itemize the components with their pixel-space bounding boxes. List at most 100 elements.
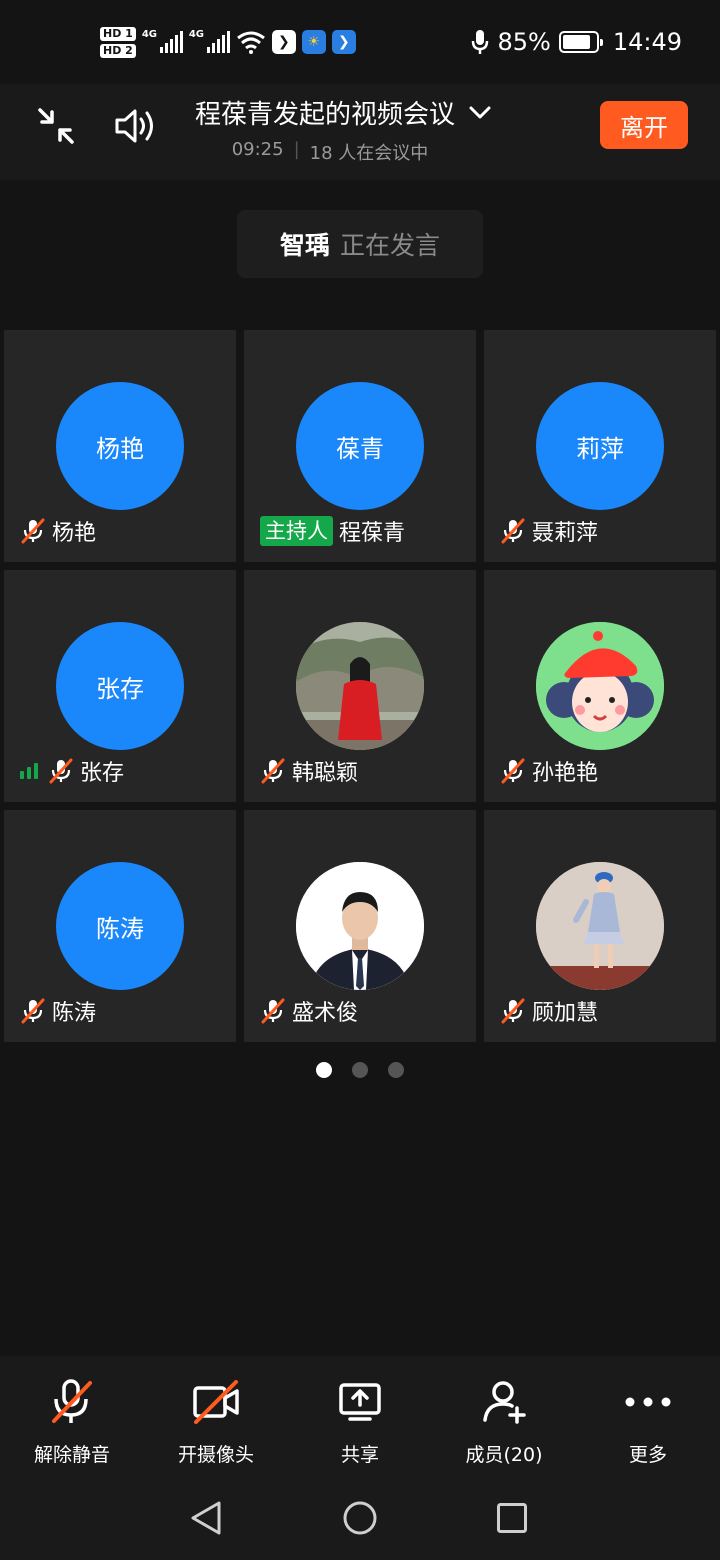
participant-name-row: 孙艳艳 xyxy=(500,756,598,786)
back-triangle-icon xyxy=(191,1501,221,1535)
speaker-icon xyxy=(115,109,153,143)
wifi-icon xyxy=(236,31,265,54)
avatar-initials: 莉萍 xyxy=(576,434,624,463)
avatar-initials: 杨艳 xyxy=(96,434,144,463)
participant-name: 张存 xyxy=(80,761,125,786)
participant-name: 程葆青 xyxy=(339,521,406,546)
avatar-photo xyxy=(296,622,424,750)
recents-button[interactable] xyxy=(492,1498,532,1538)
participant-name: 孙艳艳 xyxy=(532,761,599,786)
leave-button[interactable]: 离开 xyxy=(600,101,688,149)
avatar-initials: 张存 xyxy=(96,674,144,703)
avatar: 陈涛 xyxy=(56,862,184,990)
home-circle-icon xyxy=(343,1501,377,1535)
mic-muted-icon xyxy=(261,998,285,1024)
status-bar: HD 1 HD 2 4G 4G ❯ ☀ ❯ 85% 14:49 xyxy=(0,0,720,84)
participant-tile[interactable]: 张存 张存 xyxy=(4,570,236,802)
participant-tile[interactable]: 莉萍 聂莉萍 xyxy=(484,330,716,562)
app-notification-icon-2: ❯ xyxy=(331,30,356,54)
back-button[interactable] xyxy=(186,1498,226,1538)
subtitle-divider: | xyxy=(293,139,300,160)
participant-name: 聂莉萍 xyxy=(532,521,599,546)
cartoon-girl-icon xyxy=(536,622,664,750)
page-dot-1[interactable] xyxy=(316,1062,332,1078)
participant-name: 盛术俊 xyxy=(292,1001,359,1026)
mic-muted-icon xyxy=(501,518,525,544)
mic-muted-icon xyxy=(49,758,73,784)
meeting-header: 程葆青发起的视频会议 09:25 | 18 人在会议中 离开 xyxy=(0,84,720,180)
photo-woman-red-coat xyxy=(296,622,424,750)
more-button[interactable]: 更多 xyxy=(576,1356,720,1476)
avatar: 莉萍 xyxy=(536,382,664,510)
page-dot-2[interactable] xyxy=(352,1062,368,1078)
meeting-subtitle: 09:25 | 18 人在会议中 xyxy=(195,139,465,165)
participant-tile[interactable]: 盛术俊 xyxy=(244,810,476,1042)
unmute-label: 解除静音 xyxy=(33,1444,110,1466)
share-button[interactable]: 共享 xyxy=(288,1356,432,1476)
minimize-arrows-icon xyxy=(38,108,74,144)
participant-name-row: 主持人 程葆青 xyxy=(260,516,405,546)
share-screen-icon xyxy=(334,1376,386,1428)
weather-icon: ☀ xyxy=(301,30,326,54)
avatar-cartoon xyxy=(536,622,664,750)
battery-percent: 85% xyxy=(497,28,551,56)
members-button[interactable]: 成员(20) xyxy=(432,1356,576,1476)
clock: 14:49 xyxy=(612,28,682,56)
participant-tile[interactable]: 韩聪颖 xyxy=(244,570,476,802)
meeting-title-area[interactable]: 程葆青发起的视频会议 09:25 | 18 人在会议中 xyxy=(195,94,525,165)
battery-fill xyxy=(562,35,591,49)
speaker-button[interactable] xyxy=(112,102,160,150)
signal-icon-1: 4G xyxy=(141,29,183,53)
app-notification-icon: ❯ xyxy=(271,30,296,54)
active-speaker-pill: 智瑀 正在发言 xyxy=(237,210,483,278)
status-bar-left: HD 1 HD 2 4G 4G ❯ ☀ ❯ xyxy=(100,20,356,64)
participant-name: 杨艳 xyxy=(52,521,97,546)
photo-girl-blue-outfit xyxy=(536,862,664,990)
network-label-2: 4G xyxy=(188,29,204,40)
camera-off-icon xyxy=(190,1376,242,1428)
participant-tile[interactable]: 杨艳 杨艳 xyxy=(4,330,236,562)
page-indicator xyxy=(0,1062,720,1078)
participant-name-row: 杨艳 xyxy=(20,516,96,546)
participant-name-row: 张存 xyxy=(20,756,124,786)
system-nav-bar xyxy=(0,1476,720,1560)
mic-muted-icon xyxy=(501,998,525,1024)
mic-muted-icon xyxy=(261,758,285,784)
hd-indicator: HD 1 HD 2 xyxy=(100,26,136,58)
unmute-button[interactable]: 解除静音 xyxy=(0,1356,144,1476)
participant-tile[interactable]: 顾加慧 xyxy=(484,810,716,1042)
active-speaker-name: 智瑀 xyxy=(279,231,330,260)
chevron-down-icon xyxy=(469,106,491,118)
meeting-duration: 09:25 xyxy=(231,139,284,160)
network-label-1: 4G xyxy=(141,29,157,40)
home-button[interactable] xyxy=(340,1498,380,1538)
participant-name: 顾加慧 xyxy=(532,1001,599,1026)
hd-label-1: HD 1 xyxy=(100,26,136,41)
participant-grid: 杨艳 杨艳 葆青 主持人 程葆青 莉萍 聂莉萍 张存 张存 韩聪颖 孙艳艳 陈涛… xyxy=(4,330,716,1042)
camera-button[interactable]: 开摄像头 xyxy=(144,1356,288,1476)
participant-count: 18 人在会议中 xyxy=(309,143,429,164)
recents-square-icon xyxy=(497,1503,527,1533)
participant-name-row: 韩聪颖 xyxy=(260,756,358,786)
more-label: 更多 xyxy=(628,1444,667,1466)
more-dots-icon xyxy=(622,1376,674,1428)
participant-tile[interactable]: 葆青 主持人 程葆青 xyxy=(244,330,476,562)
avatar-initials: 陈涛 xyxy=(96,914,144,943)
avatar: 张存 xyxy=(56,622,184,750)
photo-man-suit xyxy=(296,862,424,990)
hd-label-2: HD 2 xyxy=(100,43,136,58)
battery-icon xyxy=(558,31,603,53)
meeting-title[interactable]: 程葆青发起的视频会议 xyxy=(195,94,525,131)
status-bar-right: 85% 14:49 xyxy=(471,24,682,60)
add-member-icon xyxy=(478,1376,530,1428)
participant-tile[interactable]: 陈涛 陈涛 xyxy=(4,810,236,1042)
participant-name: 陈涛 xyxy=(52,1001,97,1026)
page-dot-3[interactable] xyxy=(388,1062,404,1078)
camera-label: 开摄像头 xyxy=(177,1444,254,1466)
signal-icon-2: 4G xyxy=(188,29,230,53)
participant-tile[interactable]: 孙艳艳 xyxy=(484,570,716,802)
share-label: 共享 xyxy=(340,1444,379,1466)
avatar: 杨艳 xyxy=(56,382,184,510)
minimize-button[interactable] xyxy=(32,102,80,150)
participant-name: 韩聪颖 xyxy=(292,761,359,786)
